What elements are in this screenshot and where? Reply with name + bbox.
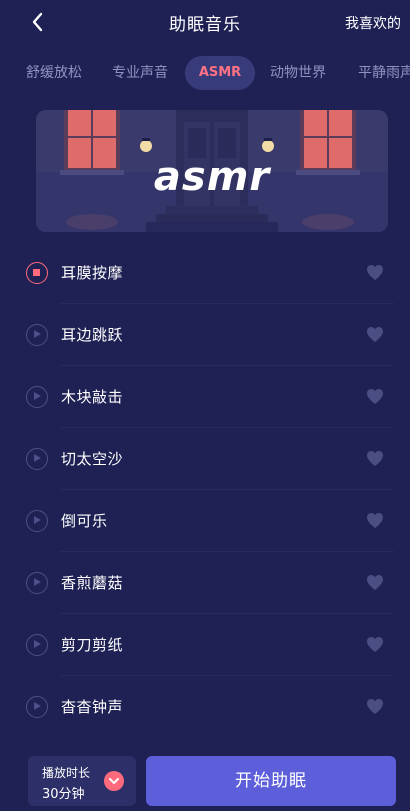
tab-asmr[interactable]: ASMR bbox=[185, 56, 255, 90]
chevron-down-icon[interactable] bbox=[104, 771, 124, 791]
asmr-banner: asmr bbox=[36, 110, 388, 232]
heart-icon[interactable] bbox=[366, 388, 384, 405]
duration-selector[interactable]: 播放时长 30分钟 bbox=[28, 756, 136, 806]
track-name: 耳膜按摩 bbox=[61, 264, 124, 282]
tab-animal-world[interactable]: 动物世界 bbox=[270, 56, 326, 90]
heart-icon[interactable] bbox=[366, 450, 384, 467]
track-name: 香煎蘑菇 bbox=[61, 574, 124, 592]
heart-icon[interactable] bbox=[366, 326, 384, 343]
duration-label: 播放时长 bbox=[42, 766, 91, 780]
stop-circle-icon[interactable] bbox=[26, 262, 48, 284]
track-item[interactable]: 木块敲击 bbox=[0, 366, 410, 428]
track-item[interactable]: 倒可乐 bbox=[0, 490, 410, 552]
heart-icon[interactable] bbox=[366, 264, 384, 281]
play-circle-icon[interactable] bbox=[26, 324, 48, 346]
play-circle-icon[interactable] bbox=[26, 572, 48, 594]
track-name: 切太空沙 bbox=[61, 450, 124, 468]
track-name: 耳边跳跃 bbox=[61, 326, 124, 344]
play-circle-icon[interactable] bbox=[26, 386, 48, 408]
track-item[interactable]: 杳杳钟声 bbox=[0, 676, 410, 738]
tab-relax[interactable]: 舒缓放松 bbox=[26, 56, 82, 90]
asmr-logo: asmr bbox=[153, 154, 271, 200]
header: 助眠音乐 我喜欢的 bbox=[0, 0, 410, 44]
tab-professional-sounds[interactable]: 专业声音 bbox=[112, 56, 168, 90]
heart-icon[interactable] bbox=[366, 574, 384, 591]
play-circle-icon[interactable] bbox=[26, 696, 48, 718]
heart-icon[interactable] bbox=[366, 512, 384, 529]
start-sleep-button[interactable]: 开始助眠 bbox=[146, 756, 396, 806]
category-tabs: 舒缓放松 专业声音 ASMR 动物世界 平静雨声 bbox=[0, 56, 410, 90]
track-name: 倒可乐 bbox=[61, 512, 108, 530]
duration-value: 30分钟 bbox=[42, 787, 85, 802]
footer-bar: 播放时长 30分钟 开始助眠 bbox=[0, 746, 410, 811]
play-circle-icon[interactable] bbox=[26, 510, 48, 532]
track-item[interactable]: 耳膜按摩 bbox=[0, 242, 410, 304]
track-item[interactable]: 切太空沙 bbox=[0, 428, 410, 490]
heart-icon[interactable] bbox=[366, 698, 384, 715]
play-circle-icon[interactable] bbox=[26, 634, 48, 656]
track-item[interactable]: 耳边跳跃 bbox=[0, 304, 410, 366]
play-circle-icon[interactable] bbox=[26, 448, 48, 470]
my-favorites-link[interactable]: 我喜欢的 bbox=[345, 13, 401, 33]
track-name: 木块敲击 bbox=[61, 388, 124, 406]
track-item[interactable]: 剪刀剪纸 bbox=[0, 614, 410, 676]
tab-calm-rain[interactable]: 平静雨声 bbox=[358, 56, 410, 90]
track-name: 剪刀剪纸 bbox=[61, 636, 124, 654]
track-name: 杳杳钟声 bbox=[61, 698, 124, 716]
heart-icon[interactable] bbox=[366, 636, 384, 653]
track-item[interactable]: 香煎蘑菇 bbox=[0, 552, 410, 614]
